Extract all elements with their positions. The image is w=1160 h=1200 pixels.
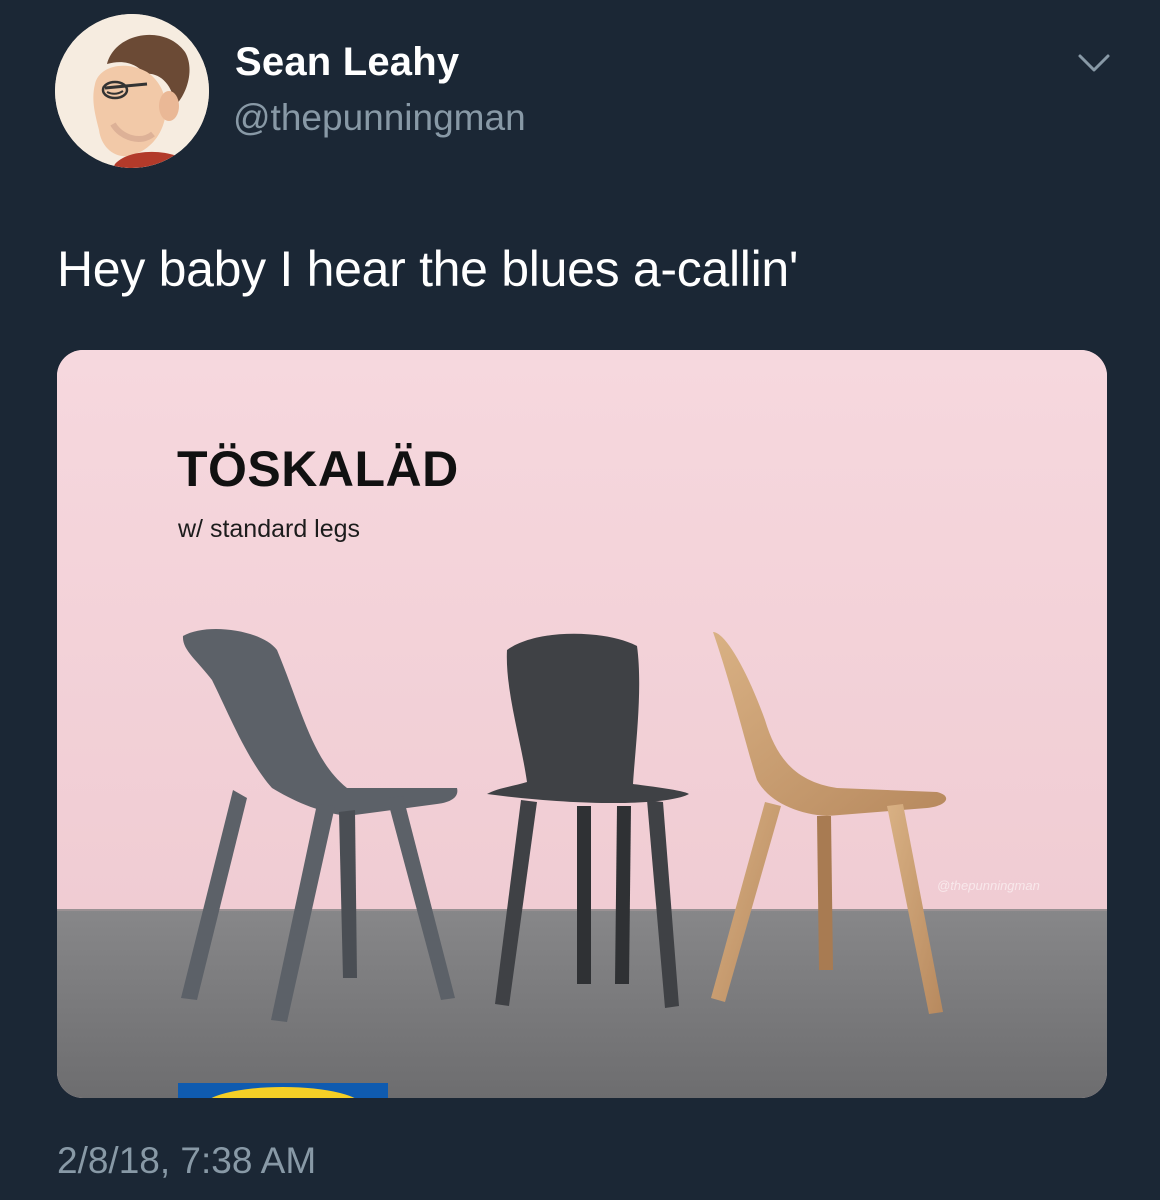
product-name: TÖSKALÄD [177,441,459,497]
tweet-card: Sean Leahy @thepunningman Hey baby I hea… [0,0,1160,1200]
chevron-down-icon[interactable] [1074,48,1114,78]
logo-oval [203,1087,363,1098]
product-subtitle: w/ standard legs [178,515,361,543]
store-logo-fragment [178,1083,388,1098]
cartoon-portrait-avatar-icon [55,14,209,168]
avatar[interactable] [55,14,209,168]
watermark: @thepunningman [937,878,1040,893]
tweet-text: Hey baby I hear the blues a-callin' [57,241,799,297]
tweet-timestamp[interactable]: 2/8/18, 7:38 AM [57,1140,316,1182]
user-handle[interactable]: @thepunningman [233,97,526,139]
display-name[interactable]: Sean Leahy [235,40,459,85]
tweet-image[interactable]: TÖSKALÄD w/ standard legs @thepunningman [57,350,1107,1098]
